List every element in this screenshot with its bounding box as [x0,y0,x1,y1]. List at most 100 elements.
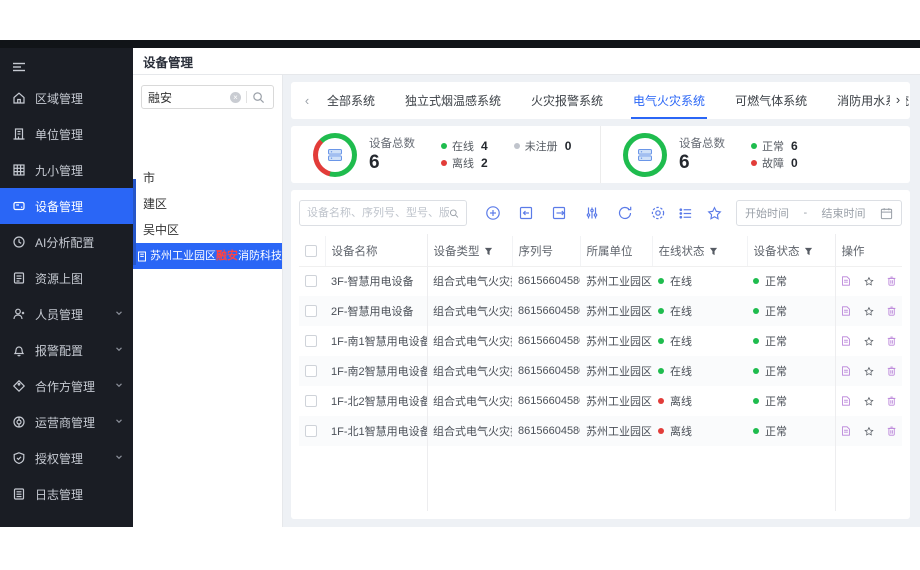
tree-node-city[interactable]: 市 [133,165,282,191]
table-row[interactable]: 1F-南1智慧用电设备 组合式电气火灾探... 861566045808... … [299,326,902,356]
delete-trash-icon[interactable] [887,424,896,438]
online-status: 离线 [658,393,741,409]
sidebar-item-resource-map[interactable]: 资源上图 [0,260,133,296]
cell-device-type: 组合式电气火灾探... [427,356,512,386]
row-checkbox[interactable] [305,365,317,377]
tabs-next-arrow-icon[interactable]: › [890,92,906,107]
tab-fire-alarm[interactable]: 火灾报警系统 [529,82,605,119]
favorite-star-icon[interactable] [864,305,874,318]
row-checkbox[interactable] [305,425,317,437]
col-actions: 操作 [835,236,902,266]
sliders-icon[interactable] [584,205,600,221]
delete-trash-icon[interactable] [887,364,896,378]
tab-standalone-smoke[interactable]: 独立式烟温感系统 [403,82,503,119]
search-icon[interactable] [449,207,459,220]
select-all-checkbox[interactable] [305,245,317,257]
table-toolbar: 开始时间 - 结束时间 [299,198,902,228]
sidebar-item-device[interactable]: 设备管理 [0,188,133,224]
search-icon[interactable] [252,91,265,104]
detail-file-icon[interactable] [841,364,851,378]
sidebar-item-ai-config[interactable]: AI分析配置 [0,224,133,260]
favorite-star-icon[interactable] [864,425,874,438]
red-dot-icon [441,160,447,166]
cell-device-type: 组合式电气火灾探... [427,326,512,356]
cell-unit: 苏州工业园区... [580,416,652,446]
tab-combustible-gas[interactable]: 可燃气体系统 [733,82,809,119]
sidebar-item-personnel[interactable]: 人员管理 [0,296,133,332]
sidebar-item-operator[interactable]: 运营商管理 [0,404,133,440]
device-search-box [299,200,467,226]
circle-plus-icon[interactable] [485,205,501,221]
gear-icon[interactable] [650,205,666,221]
sidebar-item-label: AI分析配置 [35,234,94,251]
favorite-star-icon[interactable] [864,335,874,348]
cell-device-name: 1F-北2智慧用电设备 [325,386,427,416]
filter-funnel-icon[interactable] [709,247,718,256]
home-icon [12,91,26,105]
sidebar-item-label: 日志管理 [35,486,83,503]
tree-scrollbar[interactable] [133,179,136,265]
delete-trash-icon[interactable] [887,334,896,348]
table-row[interactable]: 1F-南2智慧用电设备 组合式电气火灾探... 861566045807... … [299,356,902,386]
delete-trash-icon[interactable] [887,274,896,288]
row-checkbox[interactable] [305,335,317,347]
tree-node-company-selected[interactable]: 苏州工业园区融安消防科技有限公司 [133,243,282,269]
sidebar-item-label: 区域管理 [35,90,83,107]
sidebar-item-unit[interactable]: 单位管理 [0,116,133,152]
cell-unit: 苏州工业园区... [580,386,652,416]
table-row[interactable]: 2F-智慧用电设备 组合式电气火灾探... 861566045807... 苏州… [299,296,902,326]
row-checkbox[interactable] [305,305,317,317]
cell-device-name: 3F-智慧用电设备 [325,266,427,296]
list-view-icon[interactable] [678,206,693,221]
divider [246,91,247,103]
detail-file-icon[interactable] [841,304,851,318]
detail-file-icon[interactable] [841,334,851,348]
device-search-input[interactable] [307,207,449,219]
filter-funnel-icon[interactable] [484,247,493,256]
sidebar-item-label: 九小管理 [35,162,83,179]
cell-serial: 861566045808... [512,386,580,416]
row-checkbox[interactable] [305,395,317,407]
table-row[interactable]: 3F-智慧用电设备 组合式电气火灾探... 861566045808... 苏州… [299,266,902,296]
cell-device-name: 2F-智慧用电设备 [325,296,427,326]
favorite-star-icon[interactable] [864,365,874,378]
cell-serial: 861566045807... [512,356,580,386]
sidebar-item-log[interactable]: 日志管理 [0,476,133,512]
tab-electrical-fire[interactable]: 电气火灾系统 [631,82,707,119]
sidebar-item-region[interactable]: 区域管理 [0,80,133,116]
date-range-picker[interactable]: 开始时间 - 结束时间 [736,200,902,226]
detail-file-icon[interactable] [841,424,851,438]
sidebar-item-jiuxiao[interactable]: 九小管理 [0,152,133,188]
star-icon[interactable] [707,206,722,221]
tree-node-district-2[interactable]: 吴中区 [133,217,282,243]
delete-trash-icon[interactable] [887,304,896,318]
favorite-star-icon[interactable] [864,395,874,408]
delete-trash-icon[interactable] [887,394,896,408]
clear-search-icon[interactable]: × [230,92,241,103]
export-icon[interactable] [551,205,567,221]
company-name-post: 消防科技有限公司 [238,243,282,269]
sidebar-item-partner[interactable]: 合作方管理 [0,368,133,404]
tab-all-systems[interactable]: 全部系统 [325,82,377,119]
collapse-menu-button[interactable] [0,54,133,80]
sidebar-item-authorization[interactable]: 授权管理 [0,440,133,476]
sync-icon[interactable] [617,205,633,221]
row-checkbox[interactable] [305,275,317,287]
device-status: 正常 [753,333,829,349]
tree-node-district-1[interactable]: 建区 [133,191,282,217]
sidebar-item-alarm-config[interactable]: 报警配置 [0,332,133,368]
tree-search-input[interactable] [148,90,230,104]
detail-file-icon[interactable] [841,274,851,288]
table-row[interactable]: 1F-北1智慧用电设备 组合式电气火灾探... 861566045808... … [299,416,902,446]
table-row[interactable]: 1F-北2智慧用电设备 组合式电气火灾探... 861566045808... … [299,386,902,416]
filter-funnel-icon[interactable] [804,247,813,256]
detail-file-icon[interactable] [841,394,851,408]
favorite-star-icon[interactable] [864,275,874,288]
online-donut-chart [313,133,357,177]
status-dot-icon [753,368,759,374]
device-icon [12,199,26,213]
import-icon[interactable] [518,205,534,221]
cell-serial: 861566045807... [512,296,580,326]
date-end-placeholder: 结束时间 [822,205,866,221]
tabs-prev-arrow-icon[interactable]: ‹ [299,93,315,108]
